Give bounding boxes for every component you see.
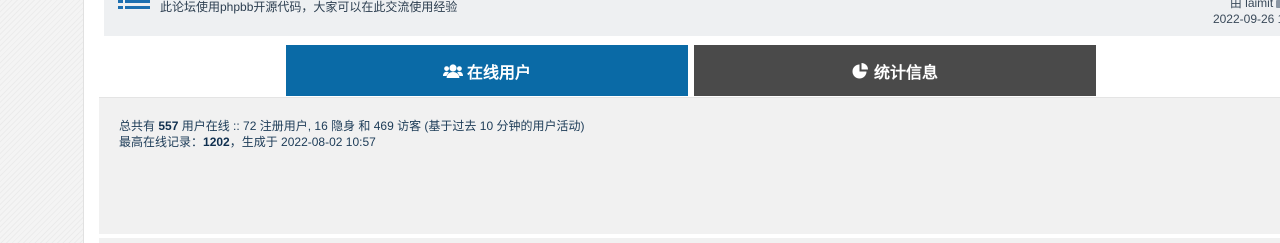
last-post-author-line: 由 laimit — [1204, 0, 1280, 10]
online-total-count: 557 — [158, 119, 179, 133]
tab-stats-label: 统计信息 — [873, 64, 938, 82]
left-gutter — [0, 0, 84, 243]
online-record-count: 1202 — [203, 135, 230, 149]
external-link-icon[interactable] — [1276, 0, 1280, 8]
users-icon — [442, 63, 463, 78]
next-panel-edge — [99, 238, 1280, 243]
pie-chart-icon — [852, 62, 868, 78]
online-summary: 总共有 557 用户在线 :: 72 注册用户, 16 隐身 和 469 访客 … — [119, 118, 584, 150]
online-total-line: 总共有 557 用户在线 :: 72 注册用户, 16 隐身 和 469 访客 … — [119, 119, 585, 133]
forum-row: 此论坛使用phpbb开源代码，大家可以在此交流使用经验 由 laimit 202… — [104, 0, 1280, 36]
tab-online-users[interactable]: 在线用户 — [286, 45, 688, 96]
last-post-date: 2022-09-26 1:54 — [1212, 12, 1280, 26]
tab-statistics[interactable]: 统计信息 — [694, 45, 1096, 96]
online-users-panel: 总共有 557 用户在线 :: 72 注册用户, 16 隐身 和 469 访客 … — [99, 97, 1280, 234]
online-record-line: 最高在线记录：1202，生成于 2022-08-02 10:57 — [119, 135, 376, 149]
last-post-info: 由 laimit 2022-09-26 1:54 — [1204, 0, 1280, 26]
forum-description: 此论坛使用phpbb开源代码，大家可以在此交流使用经验 — [160, 0, 458, 14]
last-post-author[interactable]: 由 laimit — [1230, 0, 1273, 10]
list-icon — [118, 0, 150, 14]
tab-online-label: 在线用户 — [466, 64, 531, 82]
